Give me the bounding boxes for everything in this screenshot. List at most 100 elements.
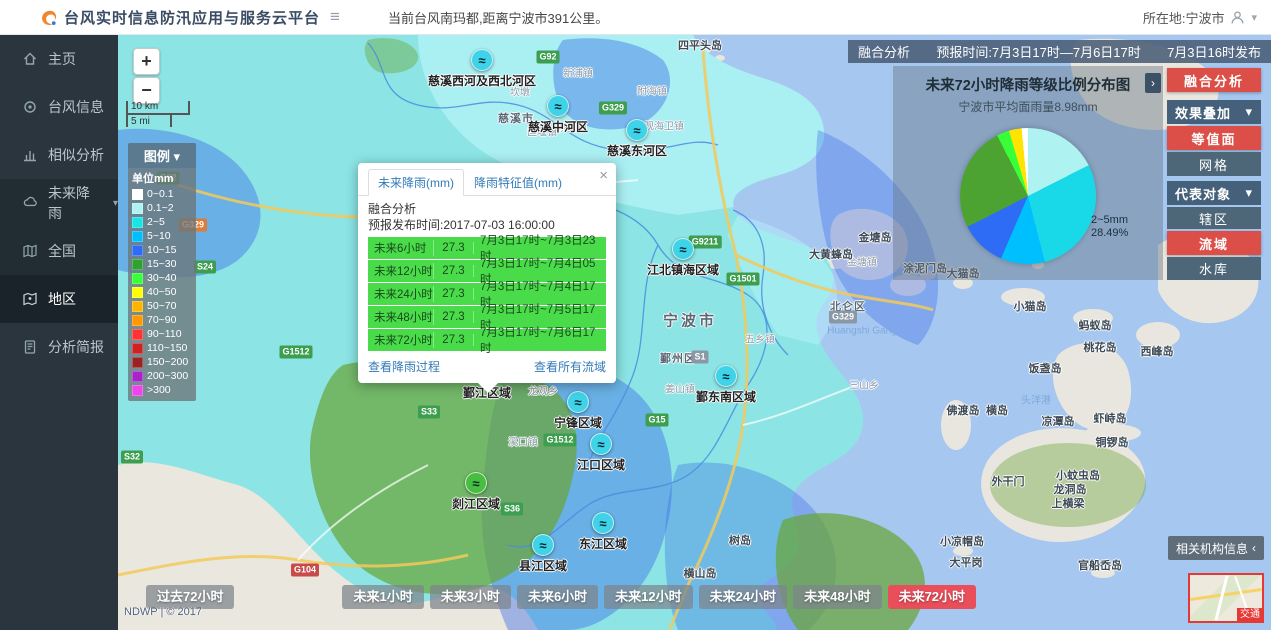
rain-row-period: 未来6小时 [368,240,434,256]
rain-row-period: 未来48小时 [368,309,434,325]
legend-item: 5~10 [128,229,196,243]
region-marker-label: 江口区域 [541,456,661,473]
time-button[interactable]: 未来48小时 [793,585,881,609]
related-institutions-label: 相关机构信息 [1176,540,1248,557]
legend-color-swatch [132,231,143,242]
map-scale: 10 km 5 mi [126,101,190,127]
sidebar-item-analysis-report[interactable]: 分析简报 [0,323,118,371]
legend-color-swatch [132,329,143,340]
region-marker-label: 宁锋区域 [518,414,638,431]
time-button[interactable]: 未来12小时 [604,585,692,609]
basin-button[interactable]: 流域 [1167,231,1261,255]
hamburger-icon[interactable]: ≡ [330,7,340,27]
rain-row-period: 未来72小时 [368,332,434,348]
region-marker[interactable]: ≈鄞东南区域 [666,365,786,405]
tab-rain-feature[interactable]: 降雨特征值(mm) [464,169,572,195]
legend-color-swatch [132,217,143,228]
legend-item: 90~110 [128,327,196,341]
rain-row-value: 27.3 [434,242,474,254]
road-badge: S24 [194,261,216,274]
chevron-down-icon: ▾ [1245,104,1253,120]
popup-tabs: 未来降雨(mm) 降雨特征值(mm) [358,163,616,196]
time-button[interactable]: 未来6小时 [517,585,598,609]
represent-object-label: 代表对象 [1175,184,1231,203]
tab-future-rain[interactable]: 未来降雨(mm) [368,169,464,196]
legend-header[interactable]: 图例 ▾ [128,143,196,168]
legend-item-label: 50~70 [147,300,177,312]
road-badge: G104 [291,564,319,577]
related-institutions-button[interactable]: 相关机构信息 ‹ [1168,536,1264,560]
rain-row-range: 7月3日17时~7月6日17时 [474,324,606,356]
region-marker[interactable]: ≈宁锋区域 [518,391,638,431]
chevron-down-icon[interactable]: ▾ [1251,11,1257,24]
water-region-icon: ≈ [465,472,487,494]
legend-item-label: 40~50 [147,286,177,298]
chevron-down-icon: ▾ [1245,185,1253,201]
pie-chart-title: 未来72小时降雨等级比例分布图 [893,74,1163,95]
legend-item-label: 2~5 [147,216,165,228]
sidebar-item-label: 相似分析 [48,145,104,165]
road-badge: S1 [691,351,708,364]
legend-color-swatch [132,273,143,284]
location-label: 所在地:宁波市 [1143,8,1225,27]
rainfall-popup: × 未来降雨(mm) 降雨特征值(mm) 融合分析 预报发布时间:2017-07… [358,163,616,383]
isosurface-button[interactable]: 等值面 [1167,126,1261,150]
region-marker[interactable]: ≈慈溪西河及西北河区 [422,49,542,89]
region-marker[interactable]: ≈慈溪东河区 [577,119,697,159]
sidebar-item-region[interactable]: 地区 [0,275,118,323]
region-marker[interactable]: ≈县江区域 [483,534,603,574]
sidebar: 主页 台风信息 相似分析 未来降雨 ▾ 全国 地区 分析简报 [0,35,118,630]
sidebar-item-nation[interactable]: 全国 [0,227,118,275]
water-region-icon: ≈ [567,391,589,413]
district-button[interactable]: 辖区 [1167,207,1261,229]
sidebar-item-home[interactable]: 主页 [0,35,118,83]
rain-row-period: 未来24小时 [368,286,434,302]
popup-info: 融合分析 预报发布时间:2017-07-03 16:00:00 [358,196,616,237]
bar-chart-icon [22,147,38,163]
effect-overlay-header[interactable]: 效果叠加 ▾ [1167,100,1261,124]
legend-color-swatch [132,357,143,368]
legend-color-swatch [132,385,143,396]
sidebar-item-future-rain[interactable]: 未来降雨 ▾ [0,179,118,227]
map-area[interactable]: 四平头岛坎墩新浦镇附海镇观海卫镇桥头镇匡堰镇慈溪市金塘岛金塘镇大黄蜂岛涂泥门岛大… [118,35,1271,630]
rain-cloud-icon [22,195,38,211]
zoom-in-button[interactable]: + [133,48,160,75]
time-button[interactable]: 未来24小时 [699,585,787,609]
grid-button[interactable]: 网格 [1167,152,1261,176]
zoom-out-button[interactable]: − [133,77,160,104]
map-copyright: NDWP | © 2017 [124,606,202,618]
sidebar-item-similar-analysis[interactable]: 相似分析 [0,131,118,179]
sidebar-item-label: 分析简报 [48,337,104,357]
represent-object-header[interactable]: 代表对象 ▾ [1167,181,1261,205]
minimap-road [1190,588,1262,601]
time-button[interactable]: 未来72小时 [888,585,976,609]
panel-expand-button[interactable]: › [1145,73,1161,93]
sidebar-item-typhoon-info[interactable]: 台风信息 [0,83,118,131]
view-rain-process-link[interactable]: 查看降雨过程 [368,358,440,375]
popup-source: 融合分析 [368,201,606,217]
region-marker[interactable]: ≈江北镇海区域 [623,238,743,278]
region-marker-label: 江北镇海区域 [623,261,743,278]
time-button[interactable]: 未来1小时 [342,585,423,609]
region-marker[interactable]: ≈剡江区域 [416,472,536,512]
pie-annotation-label: 2~5mm [1091,214,1128,227]
region-marker[interactable]: ≈江口区域 [541,433,661,473]
road-badge: S32 [121,451,143,464]
legend-unit: 单位mm [128,168,196,187]
water-region-icon: ≈ [626,119,648,141]
reservoir-button[interactable]: 水库 [1167,257,1261,280]
time-button-row: 过去72小时未来1小时未来3小时未来6小时未来12小时未来24小时未来48小时未… [146,585,976,609]
minimap-toggle[interactable]: 交通 [1188,573,1264,623]
typhoon-status-text: 当前台风南玛都,距离宁波市391公里。 [388,8,608,27]
legend-item: 40~50 [128,285,196,299]
typhoon-logo-icon [38,7,58,27]
user-icon[interactable] [1230,10,1245,25]
fusion-analysis-button[interactable]: 融合分析 [1167,68,1261,92]
rain-level-pie-chart[interactable] [960,128,1096,264]
view-all-basins-link[interactable]: 查看所有流域 [534,358,606,375]
chevron-left-icon: ‹ [1252,541,1256,555]
close-icon[interactable]: × [599,168,608,183]
time-button[interactable]: 未来3小时 [430,585,511,609]
info-bar-range: 预报时间:7月3日17时—7月6日17时 [936,42,1140,61]
legend-color-swatch [132,315,143,326]
